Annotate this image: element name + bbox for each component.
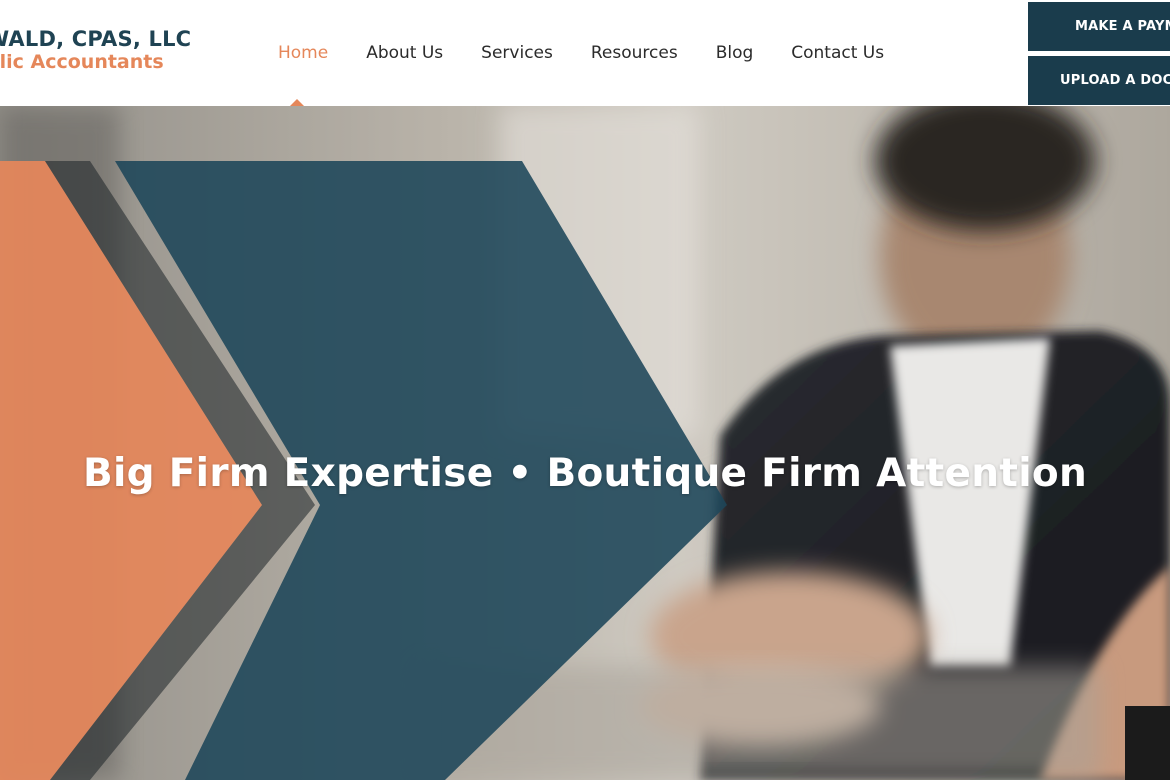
upload-document-button[interactable]: UPLOAD A DOCUMENT — [1028, 56, 1170, 105]
caret-up-icon — [290, 99, 304, 106]
hero-background-image — [0, 106, 1170, 780]
hero-headline: Big Firm Expertise • Boutique Firm Atten… — [82, 451, 1088, 496]
nav-item-contact-us[interactable]: Contact Us — [791, 42, 884, 64]
nav-item-services[interactable]: Services — [481, 42, 553, 64]
nav-item-blog[interactable]: Blog — [716, 42, 754, 64]
main-nav: Home About Us Services Resources Blog Co… — [278, 42, 922, 64]
make-payment-button[interactable]: MAKE A PAYMENT — [1028, 2, 1170, 51]
hero-banner: Big Firm Expertise • Boutique Firm Atten… — [0, 106, 1170, 780]
site-header: WALD, CPAS, LLC blic Accountants Home Ab… — [0, 0, 1170, 106]
nav-item-about-us[interactable]: About Us — [366, 42, 443, 64]
logo-tagline: blic Accountants — [0, 51, 164, 73]
logo-company-name: WALD, CPAS, LLC — [0, 27, 190, 51]
nav-item-resources[interactable]: Resources — [591, 42, 678, 64]
nav-item-home[interactable]: Home — [278, 42, 328, 64]
company-logo[interactable]: WALD, CPAS, LLC blic Accountants — [0, 26, 190, 74]
